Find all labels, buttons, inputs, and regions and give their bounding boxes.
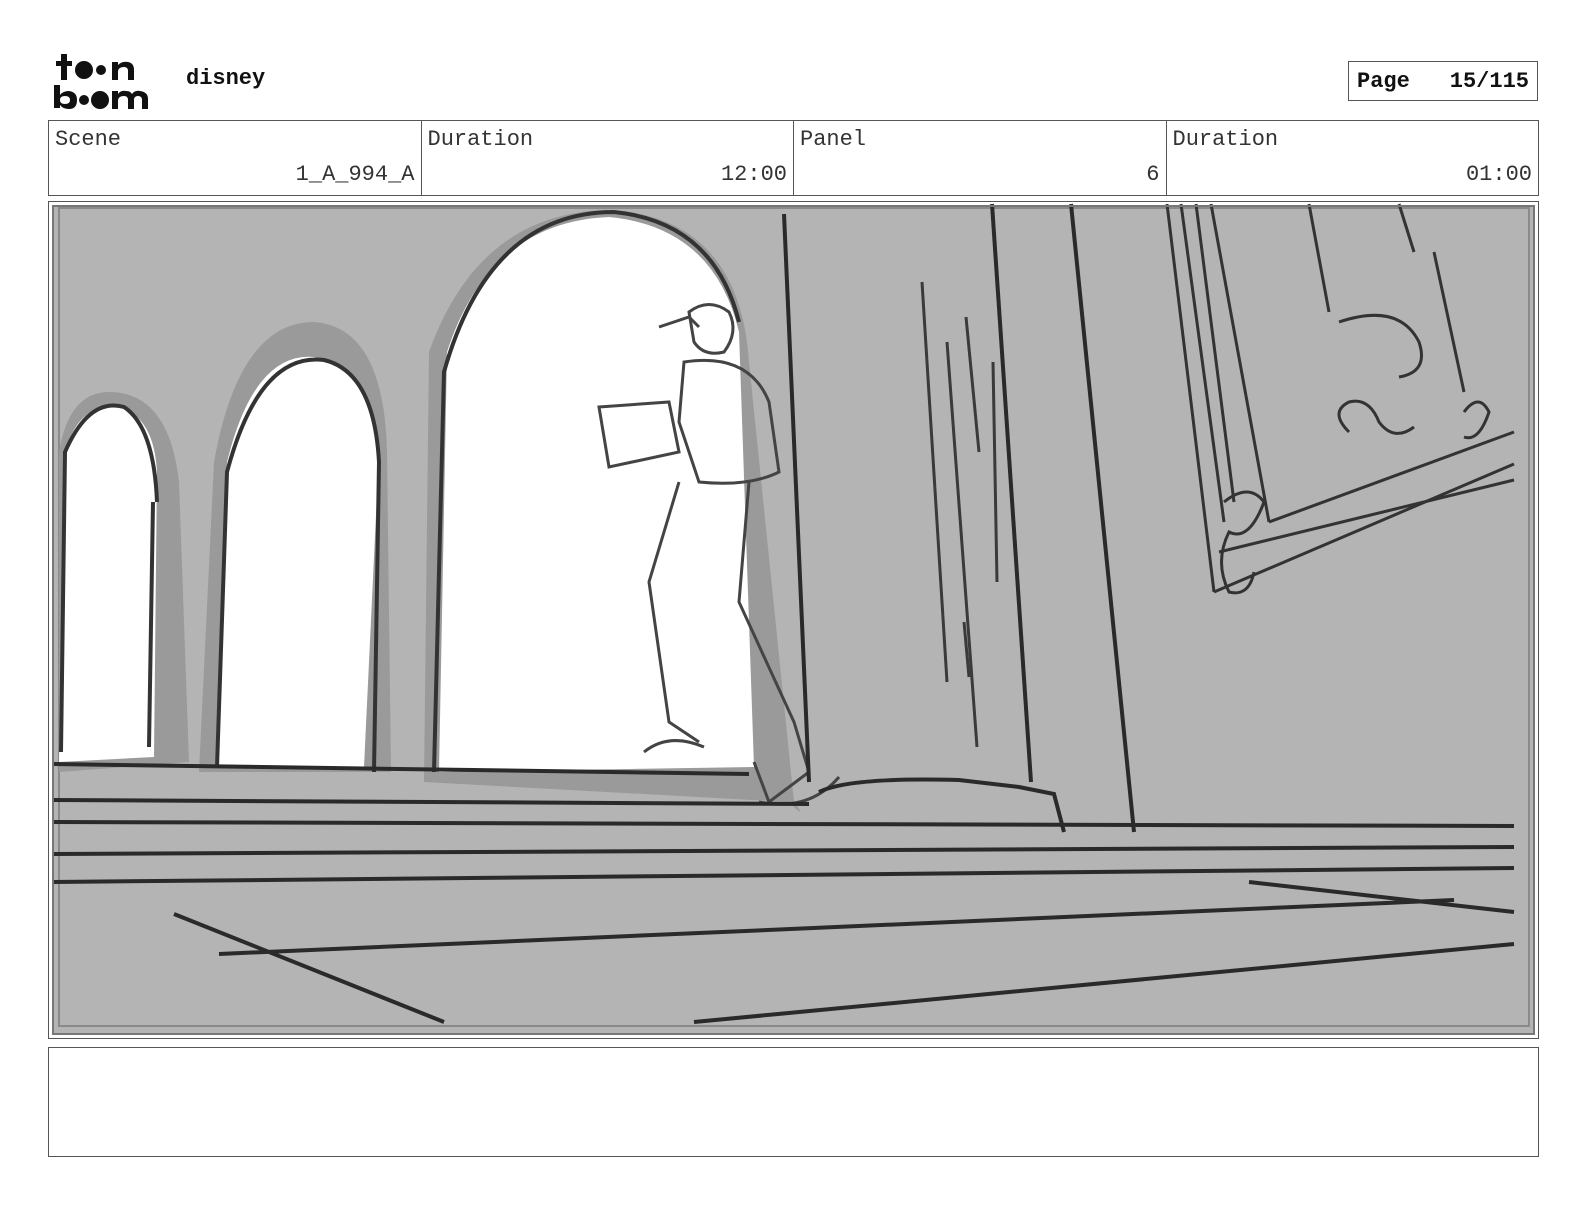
scene-label: Scene — [55, 127, 122, 152]
storyboard-sketch — [52, 203, 1535, 1035]
page-number: 15/115 — [1449, 68, 1529, 94]
project-name: disney — [186, 66, 266, 91]
scene-duration-cell: Duration 12:00 — [422, 121, 794, 195]
panel-duration-value: 01:00 — [1465, 162, 1532, 187]
page-label: Page — [1357, 68, 1410, 94]
panel-cell: Panel 6 — [794, 121, 1167, 195]
page-indicator: Page 15/115 — [1348, 61, 1538, 101]
scene-duration-label: Duration — [427, 127, 534, 152]
panel-duration-cell: Duration 01:00 — [1167, 121, 1539, 195]
panel-value: 6 — [1146, 162, 1160, 187]
scene-duration-value: 12:00 — [720, 162, 787, 187]
scene-cell: Scene 1_A_994_A — [49, 121, 422, 195]
panel-notes — [48, 1047, 1539, 1157]
scene-info-row: Scene 1_A_994_A Duration 12:00 Panel 6 D… — [48, 120, 1539, 196]
storyboard-panel — [48, 201, 1539, 1039]
scene-value: 1_A_994_A — [295, 162, 415, 187]
panel-duration-label: Duration — [1172, 127, 1279, 152]
panel-label: Panel — [800, 127, 867, 152]
toon-boom-logo — [54, 54, 148, 109]
